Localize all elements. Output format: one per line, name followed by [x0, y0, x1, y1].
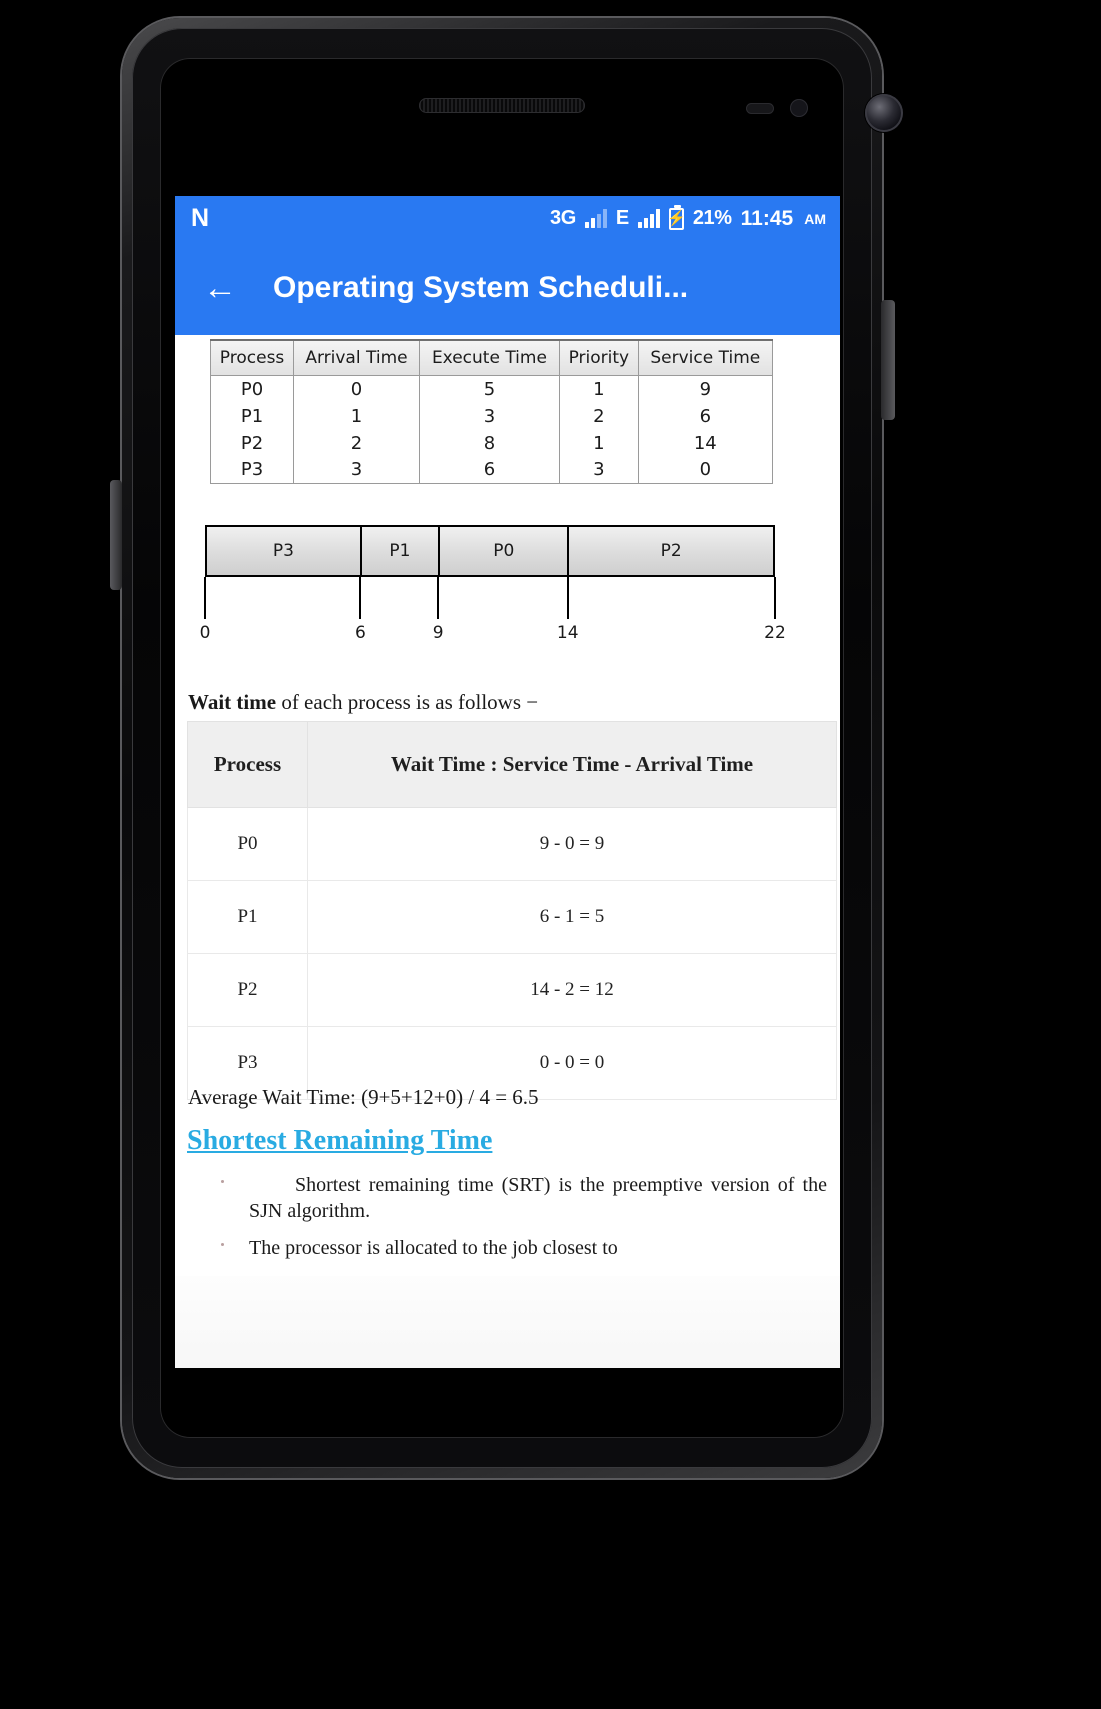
gantt-tick-label: 14 — [556, 623, 579, 643]
process-table-figure: Process Arrival Time Execute Time Priori… — [209, 339, 774, 484]
cell-process: P0 — [187, 807, 308, 881]
col-arrival-time: Arrival Time — [293, 339, 420, 376]
app-bar: ← Operating System Scheduli... — [175, 241, 840, 335]
col-process: Process — [209, 339, 295, 376]
wait-time-bold: Wait time — [188, 690, 277, 714]
cell-wait: 14 - 2 = 12 — [307, 953, 837, 1027]
content-bottom-area — [175, 1276, 840, 1368]
light-sensor-icon — [790, 99, 808, 117]
gantt-segment: P3 — [207, 527, 362, 575]
proximity-sensor-icon — [746, 103, 774, 114]
cell-arrival: 3 — [293, 456, 420, 484]
list-item-text: Shortest remaining time (SRT) is the pre… — [249, 1174, 827, 1222]
table-row: P0 9 - 0 = 9 — [187, 807, 837, 881]
wait-time-table: Process Wait Time : Service Time - Arriv… — [187, 721, 837, 1100]
table-row: P2 2 8 1 14 — [209, 429, 774, 457]
volume-button[interactable] — [110, 480, 122, 590]
screenshot-stage: N 3G E ⚡ 21% 11:45 AM ← Operating System… — [0, 0, 1101, 1709]
article-content[interactable]: Process Arrival Time Execute Time Priori… — [175, 335, 840, 1368]
gantt-segment: P1 — [361, 527, 441, 575]
gantt-segment: P0 — [440, 527, 570, 575]
wait-time-rest: of each process is as follows − — [276, 690, 539, 714]
cell-priority: 1 — [559, 429, 639, 457]
status-bar: N 3G E ⚡ 21% 11:45 AM — [175, 196, 840, 241]
bullet-dot-icon — [221, 1180, 224, 1183]
power-button[interactable] — [881, 300, 895, 420]
col-process: Process — [187, 721, 308, 808]
bullet-dot-icon — [221, 1243, 224, 1247]
gantt-tick-marks — [204, 577, 776, 623]
front-camera-icon — [865, 94, 903, 132]
cell-service: 6 — [637, 402, 774, 430]
earpiece-speaker-grille — [419, 98, 585, 113]
status-bar-right-group: 3G E ⚡ 21% 11:45 AM — [549, 204, 826, 231]
table-row: P1 6 - 1 = 5 — [187, 880, 837, 954]
cell-arrival: 0 — [293, 375, 420, 403]
gantt-chart-figure: P3 P1 P0 P2 0 6 9 14 22 — [200, 525, 786, 649]
battery-percent-label: 21% — [692, 207, 732, 229]
signal-bars-sim2-icon — [637, 209, 660, 228]
list-item: The processor is allocated to the job cl… — [187, 1236, 827, 1262]
col-execute-time: Execute Time — [418, 339, 561, 376]
col-wait-formula: Wait Time : Service Time - Arrival Time — [307, 721, 837, 808]
network-type-2-label: E — [615, 207, 629, 229]
cell-process: P0 — [209, 375, 295, 403]
gantt-tick — [774, 577, 776, 619]
table-row: P3 3 6 3 0 — [209, 456, 774, 484]
cell-service: 9 — [637, 375, 774, 403]
clock-ampm-label: AM — [804, 210, 826, 227]
gantt-tick-label: 22 — [764, 623, 786, 643]
table-header-row: Process Wait Time : Service Time - Arriv… — [187, 721, 837, 808]
list-item: Shortest remaining time (SRT) is the pre… — [187, 1173, 827, 1224]
gantt-tick-label: 6 — [355, 623, 366, 643]
cell-arrival: 2 — [293, 429, 420, 457]
gantt-segment: P2 — [569, 527, 773, 575]
cell-process: P1 — [187, 880, 308, 954]
gantt-bar-row: P3 P1 P0 P2 — [205, 525, 775, 577]
clock-label: 11:45 — [740, 206, 794, 230]
page-title: Operating System Scheduli... — [273, 271, 689, 304]
col-priority: Priority — [559, 339, 639, 376]
cell-service: 14 — [637, 429, 774, 457]
table-row: P0 0 5 1 9 — [209, 375, 774, 403]
cell-process: P2 — [209, 429, 295, 457]
srt-bullet-list: Shortest remaining time (SRT) is the pre… — [187, 1173, 827, 1274]
cell-wait: 9 - 0 = 9 — [307, 807, 837, 881]
cell-execute: 3 — [418, 402, 561, 430]
cell-execute: 6 — [418, 456, 561, 484]
cell-wait: 6 - 1 = 5 — [307, 880, 837, 954]
cell-arrival: 1 — [293, 402, 420, 430]
table-row: P2 14 - 2 = 12 — [187, 953, 837, 1027]
battery-charging-icon: ⚡ — [667, 204, 686, 230]
gantt-tick — [204, 577, 206, 619]
phone-screen: N 3G E ⚡ 21% 11:45 AM ← Operating System… — [175, 196, 840, 1368]
gantt-tick — [566, 577, 569, 619]
gantt-tick-label: 0 — [199, 623, 211, 643]
cell-service: 0 — [637, 456, 774, 484]
gantt-tick — [359, 577, 362, 619]
cell-process: P3 — [209, 456, 295, 484]
cell-priority: 1 — [559, 375, 639, 403]
average-wait-time-label: Average Wait Time: (9+5+12+0) / 4 = 6.5 — [188, 1085, 539, 1109]
gantt-tick-label: 9 — [432, 623, 444, 643]
wait-time-intro: Wait time of each process is as follows … — [188, 690, 828, 715]
process-table: Process Arrival Time Execute Time Priori… — [209, 339, 774, 484]
cell-priority: 2 — [559, 402, 639, 430]
gantt-axis-labels: 0 6 9 14 22 — [200, 623, 786, 649]
cell-execute: 8 — [418, 429, 561, 457]
cell-execute: 5 — [418, 375, 561, 403]
signal-bars-sim1-icon — [584, 209, 607, 228]
cell-priority: 3 — [559, 456, 639, 484]
cell-process: P2 — [187, 953, 308, 1027]
table-row: P1 1 3 2 6 — [209, 402, 774, 430]
section-heading-shortest-remaining-time[interactable]: Shortest Remaining Time — [187, 1125, 492, 1157]
table-header-row: Process Arrival Time Execute Time Priori… — [209, 339, 774, 376]
network-type-label: 3G — [549, 207, 576, 229]
android-n-logo-icon: N — [191, 204, 209, 232]
back-arrow-icon[interactable]: ← — [193, 261, 247, 315]
col-service-time: Service Time — [637, 339, 774, 376]
gantt-tick — [437, 577, 440, 619]
cell-process: P1 — [209, 402, 295, 430]
list-item-text: The processor is allocated to the job cl… — [249, 1237, 618, 1260]
